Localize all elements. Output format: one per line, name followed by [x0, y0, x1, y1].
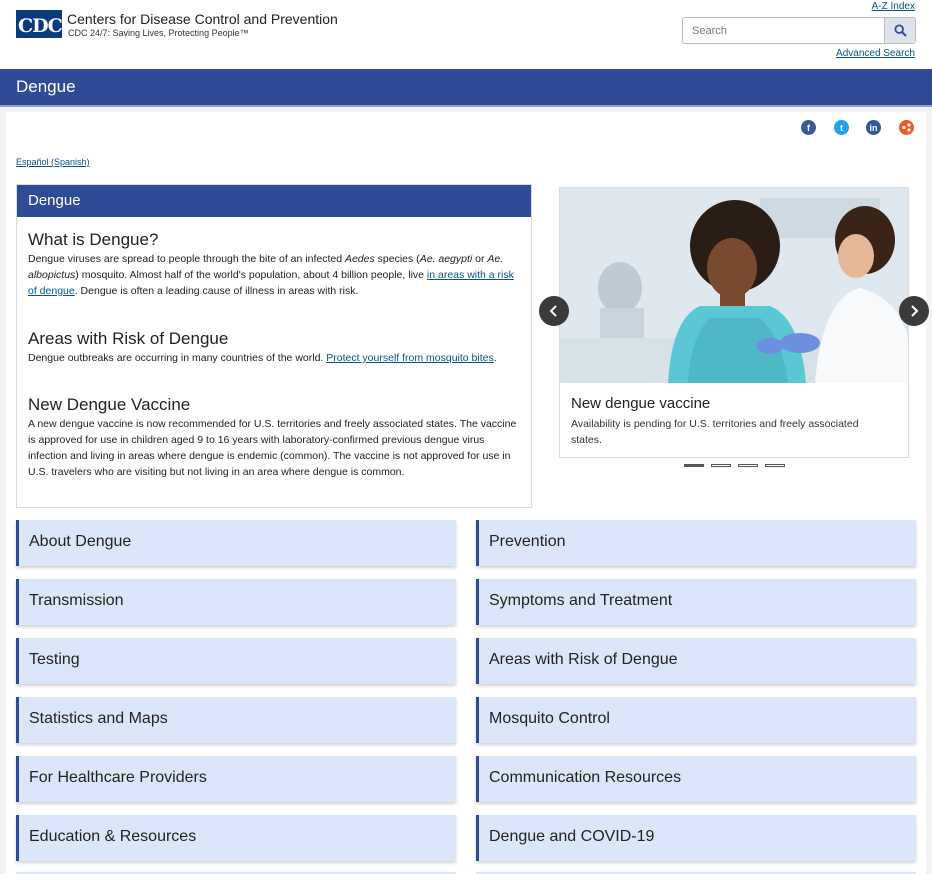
nav-tile-label: Mosquito Control [489, 710, 610, 727]
nav-tile-label: Symptoms and Treatment [489, 592, 673, 609]
nav-tile[interactable]: Dengue and COVID-19 [476, 815, 916, 861]
nav-tile[interactable]: Testing [16, 638, 456, 684]
what-is-dengue-text: Dengue viruses are spread to people thro… [28, 253, 514, 297]
advanced-search-link[interactable]: Advanced Search [836, 48, 915, 59]
cdc-logo[interactable]: CDC [16, 10, 63, 38]
chevron-left-icon [549, 305, 557, 317]
what-is-dengue-section: What is Dengue? Dengue viruses are sprea… [28, 230, 522, 299]
nav-tile[interactable]: Education & Resources [16, 815, 456, 861]
linkedin-icon[interactable]: in [866, 120, 881, 135]
feature-carousel: New dengue vaccine Availability is pendi… [559, 187, 909, 458]
facebook-icon[interactable]: f [801, 120, 816, 135]
nav-tile-label: Areas with Risk of Dengue [489, 651, 678, 668]
site-header: CDC Centers for Disease Control and Prev… [0, 0, 932, 69]
search-icon [893, 24, 907, 37]
nav-tile-label: Transmission [29, 592, 124, 609]
page-title: Dengue [16, 77, 76, 96]
org-tagline: CDC 24/7: Saving Lives, Protecting Peopl… [68, 28, 249, 38]
nav-tile[interactable]: Prevention [476, 520, 916, 566]
vaccine-section: New Dengue Vaccine A new dengue vaccine … [28, 395, 522, 480]
nav-tile[interactable]: Statistics and Maps [16, 697, 456, 743]
dengue-info-card: Dengue What is Dengue? Dengue viruses ar… [16, 184, 532, 508]
nav-tile-label: Statistics and Maps [29, 710, 168, 727]
nav-tile-label: Dengue and COVID-19 [489, 828, 655, 845]
carousel-dot[interactable] [765, 464, 785, 467]
info-card-heading: Dengue [17, 185, 531, 217]
carousel-prev-button[interactable] [539, 296, 569, 326]
syndicate-icon[interactable] [899, 120, 914, 135]
nav-tile-label: About Dengue [29, 533, 132, 550]
carousel-caption-text: Availability is pending for U.S. territo… [571, 418, 859, 446]
areas-risk-text: Dengue outbreaks are occurring in many c… [28, 352, 497, 364]
carousel-image[interactable] [560, 188, 908, 383]
page-title-bar: Dengue [0, 69, 932, 107]
nav-tile[interactable]: Areas with Risk of Dengue [476, 638, 916, 684]
nav-tile[interactable]: About Dengue [16, 520, 456, 566]
az-index-link[interactable]: A-Z Index [872, 1, 915, 12]
what-is-dengue-title: What is Dengue? [28, 230, 159, 249]
chevron-right-icon [911, 305, 919, 317]
twitter-icon[interactable]: t [834, 120, 849, 135]
nav-tile-label: Education & Resources [29, 828, 197, 845]
areas-risk-section: Areas with Risk of Dengue Dengue outbrea… [28, 329, 522, 366]
carousel-caption-title: New dengue vaccine [571, 395, 711, 412]
nav-tile[interactable]: Transmission [16, 579, 456, 625]
areas-risk-title: Areas with Risk of Dengue [28, 329, 229, 348]
vaccine-text: A new dengue vaccine is now recommended … [28, 418, 517, 478]
org-name[interactable]: Centers for Disease Control and Preventi… [67, 11, 338, 27]
search-box [682, 17, 916, 44]
nav-tile-label: Communication Resources [489, 769, 682, 786]
vaccine-title: New Dengue Vaccine [28, 395, 191, 414]
carousel-next-button[interactable] [899, 296, 929, 326]
carousel-dot[interactable] [738, 464, 758, 467]
nav-tile-label: For Healthcare Providers [29, 769, 207, 786]
nav-tile[interactable]: Symptoms and Treatment [476, 579, 916, 625]
espanol-link[interactable]: Español (Spanish) [16, 157, 90, 167]
nav-tile[interactable]: For Healthcare Providers [16, 756, 456, 802]
carousel-dot[interactable] [711, 464, 731, 467]
carousel-dot[interactable] [684, 464, 704, 467]
nav-tile[interactable]: Mosquito Control [476, 697, 916, 743]
protect-bites-link[interactable]: Protect yourself from mosquito bites [326, 352, 493, 364]
nav-tile-label: Prevention [489, 533, 566, 550]
nav-tile[interactable]: Communication Resources [476, 756, 916, 802]
search-input[interactable] [683, 18, 885, 43]
main-content: f t in Español (Spanish) Dengue What is … [6, 112, 929, 874]
nav-tile-label: Testing [29, 651, 80, 668]
search-button[interactable] [884, 18, 915, 43]
